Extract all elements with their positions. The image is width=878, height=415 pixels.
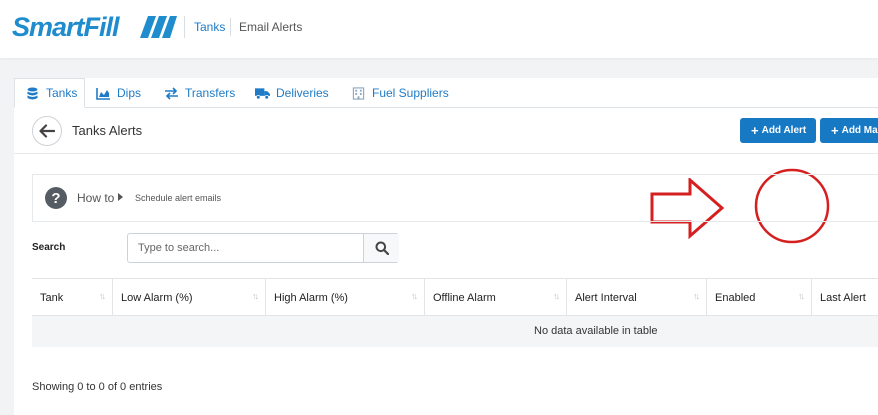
empty-table-message: No data available in table — [534, 325, 658, 337]
tab-deliveries[interactable]: Deliveries — [255, 78, 329, 108]
column-header-high-alarm[interactable]: High Alarm (%) ↑↓ — [266, 279, 425, 316]
tab-label: Fuel Suppliers — [372, 86, 449, 100]
column-header-alert-interval[interactable]: Alert Interval ↑↓ — [567, 279, 707, 316]
arrow-left-icon — [39, 124, 55, 138]
column-label: Alert Interval — [575, 291, 637, 304]
sort-icon: ↑↓ — [99, 291, 106, 301]
alerts-table: Tank ↑↓ Low Alarm (%) ↑↓ High Alarm (%) ↑↓ … — [32, 278, 878, 347]
column-label: Enabled — [715, 291, 756, 304]
column-label: High Alarm (%) — [274, 291, 348, 304]
back-button[interactable] — [32, 116, 62, 146]
search-button[interactable] — [363, 234, 399, 262]
column-label: Last Alert — [820, 291, 866, 304]
column-header-last-alert[interactable]: Last Alert — [812, 279, 878, 316]
how-to-label[interactable]: How to — [77, 191, 114, 205]
search-label: Search — [32, 242, 66, 253]
question-circle-icon: ? — [45, 187, 67, 209]
schedule-alert-emails-link[interactable]: Schedule alert emails — [135, 193, 221, 203]
add-alert-label: Add Alert — [761, 125, 807, 136]
column-header-offline-alarm[interactable]: Offline Alarm ↑↓ — [425, 279, 567, 316]
page-title: Tanks Alerts — [72, 123, 143, 138]
main-card: Tanks Dips Transfers Deliveries Fuel Sup… — [14, 78, 878, 415]
tab-tanks[interactable]: Tanks — [14, 78, 85, 108]
add-more-label: Add Ma — [841, 125, 878, 136]
column-header-low-alarm[interactable]: Low Alarm (%) ↑↓ — [113, 279, 266, 316]
column-label: Low Alarm (%) — [121, 291, 193, 304]
tab-transfers[interactable]: Transfers — [164, 78, 235, 108]
table-header: Tank ↑↓ Low Alarm (%) ↑↓ High Alarm (%) ↑↓ … — [32, 279, 878, 316]
plus-icon: + — [831, 123, 839, 138]
tab-dips[interactable]: Dips — [96, 78, 141, 108]
top-nav-tanks[interactable]: Tanks — [194, 20, 225, 34]
table-empty-row: No data available in table — [32, 316, 878, 348]
exchange-icon — [165, 86, 178, 100]
tab-label: Dips — [117, 86, 142, 100]
tab-fuel-suppliers[interactable]: Fuel Suppliers — [351, 78, 449, 108]
caret-right-icon — [118, 193, 123, 201]
column-header-enabled[interactable]: Enabled ↑↓ — [707, 279, 812, 316]
column-label: Tank — [40, 291, 64, 304]
top-nav-email-alerts[interactable]: Email Alerts — [239, 20, 302, 34]
sort-icon: ↑↓ — [553, 291, 560, 301]
column-header-tank[interactable]: Tank ↑↓ — [32, 279, 113, 316]
sort-icon: ↑↓ — [693, 291, 700, 301]
area-chart-icon — [96, 87, 110, 100]
how-to-panel: ? How to Schedule alert emails — [32, 174, 878, 222]
add-alert-button[interactable]: + Add Alert — [740, 118, 816, 143]
search-box — [127, 233, 399, 263]
tab-label: Tanks — [46, 86, 78, 100]
plus-icon: + — [751, 123, 759, 138]
sort-icon: ↑↓ — [411, 291, 418, 301]
search-input[interactable] — [128, 234, 364, 262]
tab-label: Deliveries — [276, 86, 329, 100]
top-header: SmartFill Tanks Email Alerts — [0, 0, 878, 58]
truck-icon — [255, 87, 270, 99]
smartfill-logo[interactable]: SmartFill — [12, 12, 177, 42]
sort-icon: ↑↓ — [252, 291, 259, 301]
logo-divider — [184, 16, 185, 38]
nav-divider — [230, 18, 231, 36]
table-info: Showing 0 to 0 of 0 entries — [32, 381, 163, 393]
tab-bar: Tanks Dips Transfers Deliveries Fuel Sup… — [14, 78, 878, 108]
column-label: Offline Alarm — [433, 291, 496, 304]
building-icon — [352, 86, 365, 100]
tab-label: Transfers — [185, 86, 236, 100]
database-icon — [27, 87, 38, 99]
sort-icon: ↑↓ — [798, 291, 805, 301]
svg-text:SmartFill: SmartFill — [12, 12, 120, 42]
add-more-button[interactable]: + Add Ma — [820, 118, 878, 143]
search-icon — [375, 241, 389, 255]
